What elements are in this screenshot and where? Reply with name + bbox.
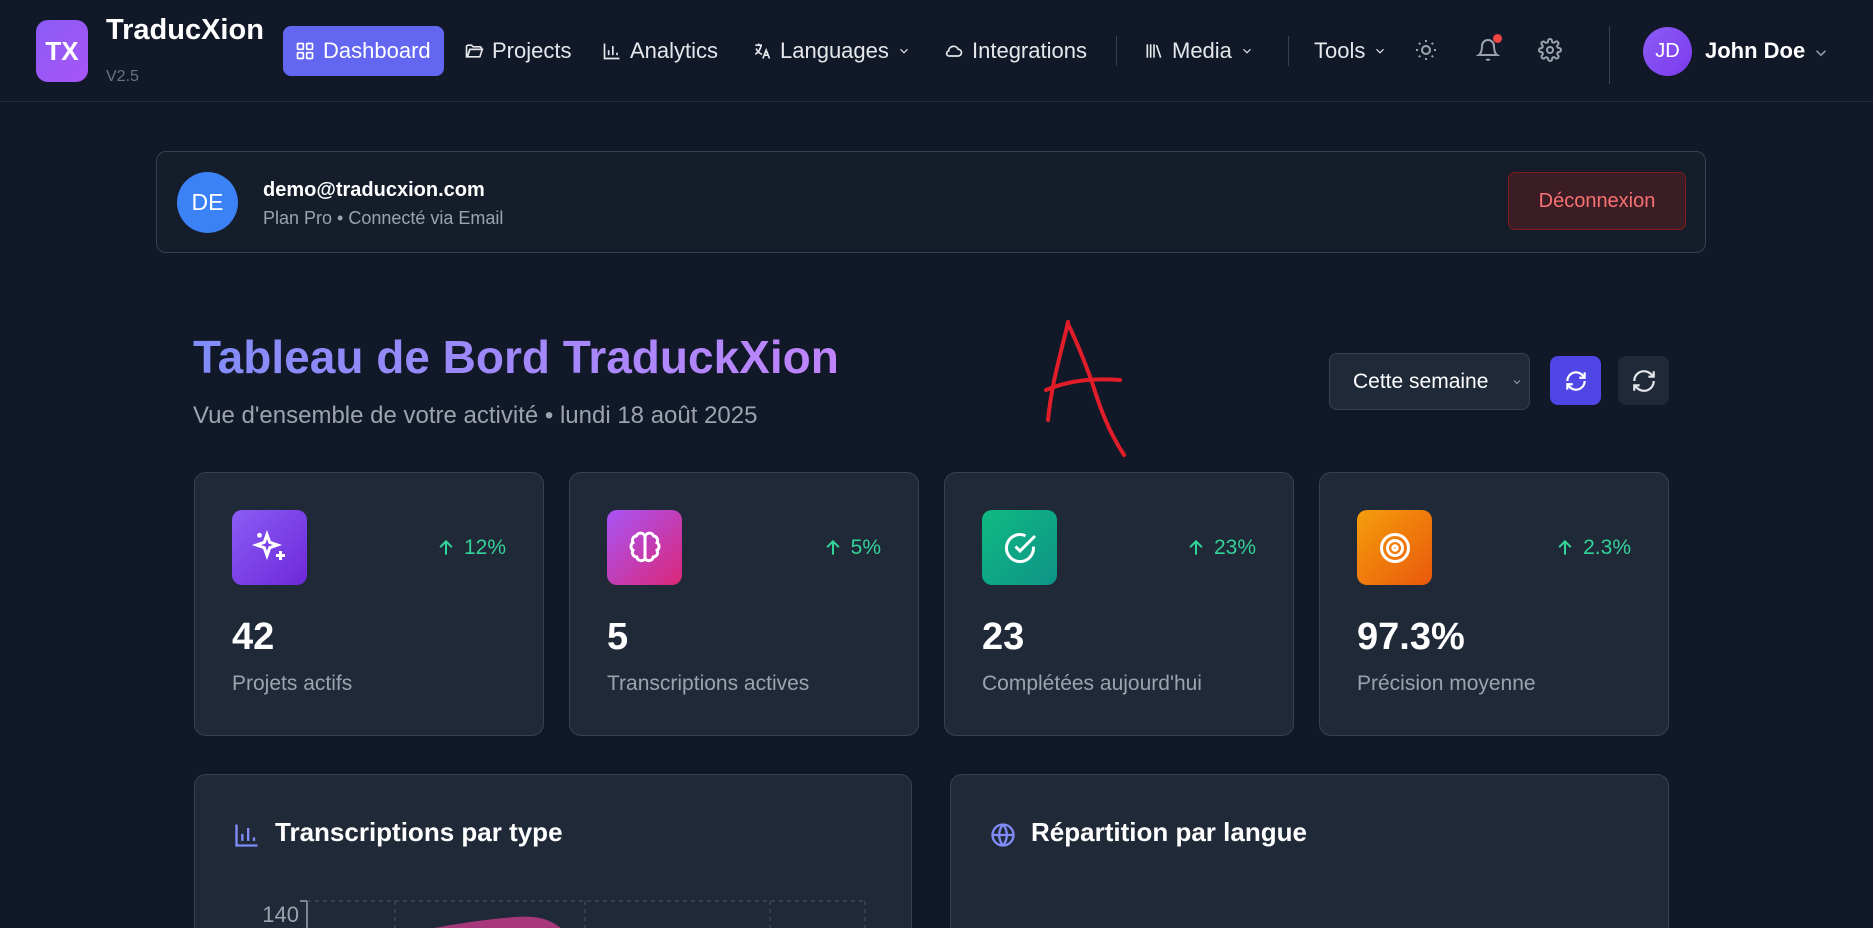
account-email: demo@traducxion.com (263, 179, 485, 201)
globe-icon (991, 823, 1015, 847)
account-card: DE demo@traducxion.com Plan Pro • Connec… (156, 151, 1706, 253)
logout-button[interactable]: Déconnexion (1508, 172, 1686, 230)
refresh-button[interactable] (1618, 356, 1669, 405)
account-avatar: DE (177, 172, 238, 233)
nav-languages-label: Languages (780, 38, 889, 63)
dashboard-grid-icon (296, 42, 314, 60)
nav-languages[interactable]: Languages (740, 26, 923, 76)
nav-media-label: Media (1172, 38, 1232, 63)
page-title: Tableau de Bord TraduckXion (193, 331, 839, 383)
stat-icon-container (232, 510, 307, 585)
nav-analytics[interactable]: Analytics (590, 26, 730, 76)
nav-divider (1288, 36, 1289, 66)
check-circle-icon (1004, 532, 1036, 563)
y-tick-label: 140 (262, 902, 299, 927)
bar-chart-icon (235, 824, 258, 847)
stat-card-active-projects: 12% 42 Projets actifs (194, 472, 544, 736)
arrow-up-icon (1189, 539, 1203, 555)
stat-trend-value: 2.3% (1583, 536, 1631, 559)
stat-trend: 5% (823, 536, 881, 560)
chevron-down-icon (1513, 380, 1521, 385)
stat-trend: 2.3% (1555, 536, 1631, 560)
nav-integrations-label: Integrations (972, 38, 1087, 63)
stat-icon-container (607, 510, 682, 585)
chevron-down-icon (899, 48, 908, 54)
stat-trend: 12% (436, 536, 506, 560)
app-name: TraducXion (106, 14, 264, 46)
stat-label: Précision moyenne (1357, 672, 1536, 695)
folder-open-icon (465, 44, 484, 58)
cloud-icon (945, 45, 963, 57)
arrow-up-icon (439, 539, 453, 555)
stat-value: 5 (607, 616, 629, 658)
chevron-down-icon[interactable] (1812, 44, 1830, 62)
user-divider (1609, 26, 1610, 84)
stat-value: 97.3% (1357, 616, 1465, 658)
nav-projects[interactable]: Projects (452, 26, 583, 76)
theme-toggle-button[interactable] (1410, 34, 1442, 66)
nav-dashboard-label: Dashboard (323, 38, 431, 63)
stat-card-average-precision: 2.3% 97.3% Précision moyenne (1319, 472, 1669, 736)
stat-trend-value: 23% (1213, 536, 1256, 559)
area-series (434, 916, 561, 928)
stat-trend-value: 12% (463, 536, 506, 559)
stat-trend: 23% (1186, 536, 1256, 560)
arrow-up-icon (1558, 539, 1572, 555)
notification-badge (1493, 34, 1502, 43)
stat-icon-container (1357, 510, 1432, 585)
transcriptions-chart: 140 (262, 900, 866, 928)
sync-button[interactable] (1550, 356, 1601, 405)
sync-icon (1565, 370, 1586, 391)
chevron-down-icon (1376, 48, 1385, 54)
stat-label: Transcriptions actives (607, 672, 810, 695)
stat-label: Complétées aujourd'hui (982, 672, 1202, 695)
nav-tools[interactable]: Tools (1302, 26, 1399, 76)
nav-dashboard[interactable]: Dashboard (283, 26, 444, 76)
stat-value: 42 (232, 616, 275, 658)
app-version: V2.5 (106, 68, 139, 85)
library-icon (1146, 44, 1162, 58)
chevron-down-icon (1243, 48, 1251, 54)
sparkles-icon (251, 529, 285, 560)
handwritten-annotation: A (1044, 320, 1126, 457)
nav-analytics-label: Analytics (630, 38, 719, 63)
nav-tools-label: Tools (1314, 38, 1366, 63)
nav-media[interactable]: Media (1132, 26, 1266, 76)
stat-label: Projets actifs (232, 672, 353, 695)
settings-button[interactable] (1534, 34, 1566, 66)
bar-chart-icon (603, 43, 620, 60)
app-logo[interactable]: TX (36, 20, 88, 82)
nav-projects-label: Projects (492, 38, 572, 63)
brain-icon (629, 531, 660, 562)
top-navigation-bar: TX TraducXion V2.5 Dashboard Projects An… (0, 0, 1873, 102)
panel-title: Transcriptions par type (275, 817, 563, 847)
page-subtitle: Vue d'ensemble de votre activité • lundi… (193, 402, 758, 429)
transcriptions-by-type-panel: Transcriptions par type 140 (194, 774, 912, 928)
stat-trend-value: 5% (850, 536, 881, 559)
stat-card-completed-today: 23% 23 Complétées aujourd'hui (944, 472, 1294, 736)
user-name[interactable]: John Doe (1705, 38, 1805, 64)
account-plan: Plan Pro • Connecté via Email (263, 208, 504, 228)
user-avatar[interactable]: JD (1643, 27, 1692, 76)
notifications-button[interactable] (1472, 34, 1504, 66)
nav-divider (1116, 36, 1117, 66)
stat-icon-container (982, 510, 1057, 585)
nav-integrations[interactable]: Integrations (932, 26, 1099, 76)
period-select[interactable]: Cette semaine (1329, 353, 1530, 410)
stat-card-active-transcriptions: 5% 5 Transcriptions actives (569, 472, 919, 736)
panel-title: Répartition par langue (1031, 817, 1307, 847)
refresh-icon (1632, 369, 1655, 392)
distribution-by-language-panel: Répartition par langue (950, 774, 1669, 928)
arrow-up-icon (826, 539, 840, 555)
period-select-value: Cette semaine (1353, 369, 1489, 393)
sun-icon (1416, 40, 1436, 60)
target-icon (1379, 532, 1410, 563)
stat-value: 23 (982, 616, 1025, 658)
gear-icon (1538, 38, 1562, 62)
translate-icon (754, 43, 771, 59)
